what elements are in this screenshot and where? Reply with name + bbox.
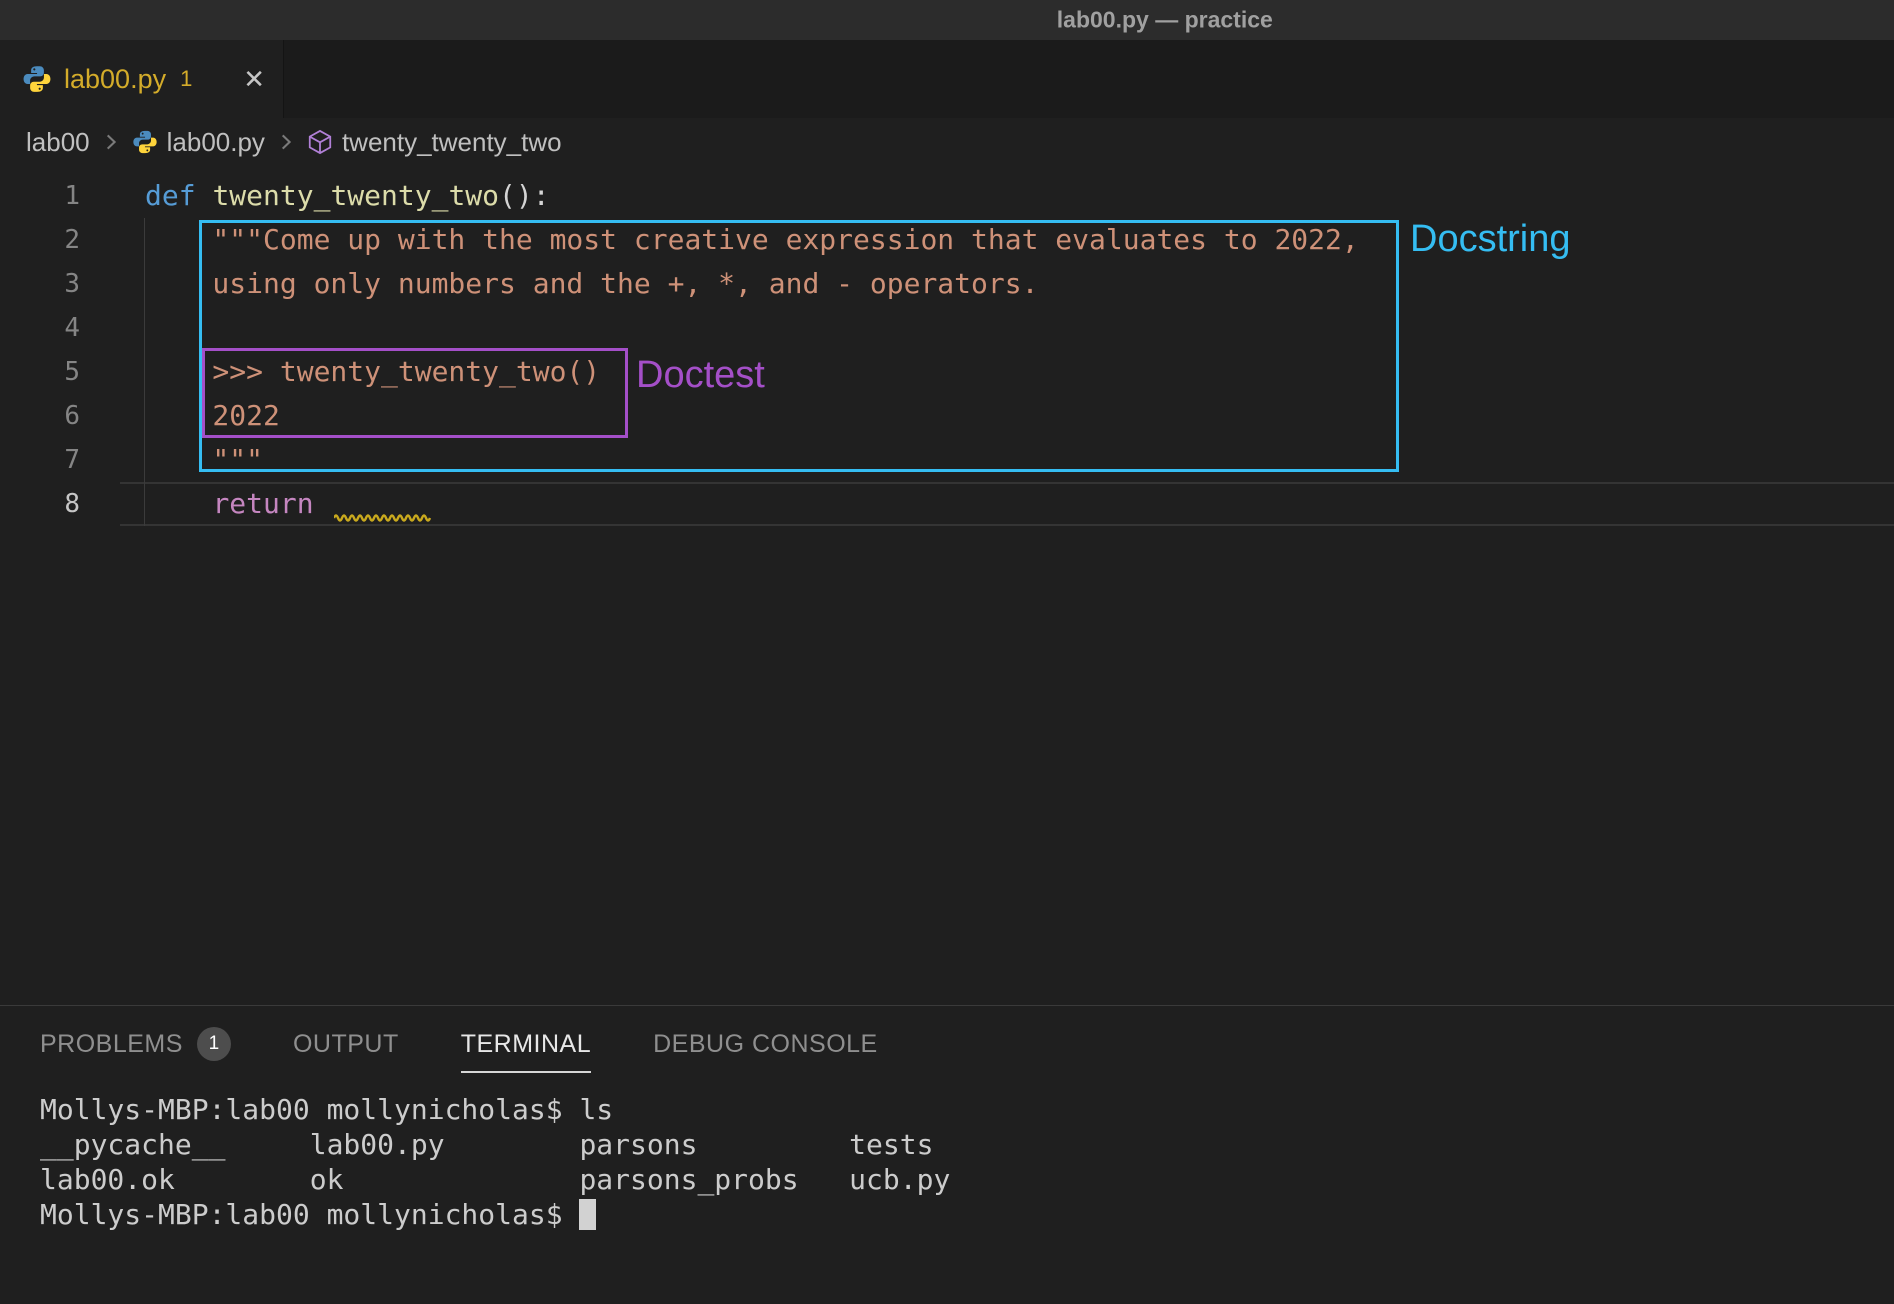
titlebar: lab00.py — practice (0, 0, 1894, 40)
code-text: def twenty_twenty_two(): (120, 174, 1894, 218)
breadcrumb: lab00 lab00.py twenty_twenty_two (0, 118, 1894, 166)
code-token: twenty_twenty_two (212, 179, 499, 212)
breadcrumb-file[interactable]: lab00.py (167, 127, 265, 158)
code-text (120, 306, 1894, 350)
window-title: lab00.py — practice (1057, 7, 1273, 34)
chevron-right-icon (99, 130, 123, 154)
line-number: 2 (0, 218, 80, 262)
line-number: 6 (0, 394, 80, 438)
problems-count-badge: 1 (197, 1027, 231, 1061)
tab-debug-console[interactable]: DEBUG CONSOLE (653, 1006, 878, 1082)
code-line[interactable]: 3 using only numbers and the +, *, and -… (0, 262, 1894, 306)
code-text: using only numbers and the +, *, and - o… (120, 262, 1894, 306)
code-line[interactable]: 1 def twenty_twenty_two(): (0, 174, 1894, 218)
chevron-right-icon (274, 130, 298, 154)
panel-tab-bar: PROBLEMS 1 OUTPUT TERMINAL DEBUG CONSOLE (0, 1006, 1894, 1082)
code-token: (): (499, 179, 550, 212)
code-token: def (145, 179, 212, 212)
editor-lines: 1def twenty_twenty_two():2 """Come up wi… (0, 174, 1894, 526)
code-token: """ (145, 443, 263, 476)
code-editor[interactable]: 1def twenty_twenty_two():2 """Come up wi… (0, 166, 1894, 1005)
code-text: """Come up with the most creative expres… (120, 218, 1894, 262)
code-text: return (120, 482, 1894, 526)
code-line[interactable]: 4 (0, 306, 1894, 350)
code-line[interactable]: 6 2022 (0, 394, 1894, 438)
line-number: 1 (0, 174, 80, 218)
line-number: 8 (0, 482, 80, 526)
tab-debug-console-label: DEBUG CONSOLE (653, 1030, 878, 1059)
code-text: 2022 (120, 394, 1894, 438)
code-line[interactable]: 5 >>> twenty_twenty_two() (0, 350, 1894, 394)
code-line[interactable]: 7 """ (0, 438, 1894, 482)
breadcrumb-symbol[interactable]: twenty_twenty_two (342, 127, 562, 158)
terminal-line: lab00.ok ok parsons_probs ucb.py (40, 1162, 1894, 1197)
tab-problem-count: 1 (180, 66, 192, 92)
tab-output[interactable]: OUTPUT (293, 1006, 399, 1082)
line-number: 5 (0, 350, 80, 394)
terminal-line: Mollys-MBP:lab00 mollynicholas$ ls (40, 1092, 1894, 1127)
code-text: >>> twenty_twenty_two() (120, 350, 1894, 394)
symbol-cube-icon (307, 129, 333, 155)
code-token: """Come up with the most creative expres… (145, 223, 1359, 256)
terminal-line: __pycache__ lab00.py parsons tests (40, 1127, 1894, 1162)
code-token: >>> twenty_twenty_two() (145, 355, 600, 388)
line-number: 7 (0, 438, 80, 482)
code-token (145, 487, 212, 520)
tab-output-label: OUTPUT (293, 1030, 399, 1059)
code-token: return (212, 487, 313, 520)
code-line[interactable]: 8 return (0, 482, 1894, 526)
terminal-line: Mollys-MBP:lab00 mollynicholas$ (40, 1197, 1894, 1232)
close-tab-icon[interactable]: ✕ (243, 66, 265, 92)
line-number: 3 (0, 262, 80, 306)
warning-squiggle-icon (334, 511, 434, 525)
tab-label: lab00.py (64, 64, 166, 95)
editor-tab-bar: lab00.py 1 ✕ (0, 40, 1894, 118)
breadcrumb-folder[interactable]: lab00 (26, 127, 90, 158)
tab-terminal-label: TERMINAL (461, 1030, 591, 1059)
code-text: """ (120, 438, 1894, 482)
code-token (314, 487, 331, 520)
code-token: using only numbers and the +, *, and - o… (145, 267, 1038, 300)
terminal[interactable]: Mollys-MBP:lab00 mollynicholas$ ls__pyca… (0, 1082, 1894, 1232)
vscode-window: lab00.py — practice lab00.py 1 ✕ lab00 (0, 0, 1894, 1304)
tab-problems[interactable]: PROBLEMS 1 (40, 1006, 231, 1082)
tab-problems-label: PROBLEMS (40, 1030, 183, 1059)
bottom-panel: PROBLEMS 1 OUTPUT TERMINAL DEBUG CONSOLE… (0, 1005, 1894, 1304)
terminal-cursor (579, 1199, 596, 1230)
tab-lab00py[interactable]: lab00.py 1 ✕ (0, 40, 284, 118)
python-icon (22, 64, 52, 94)
code-line[interactable]: 2 """Come up with the most creative expr… (0, 218, 1894, 262)
line-number: 4 (0, 306, 80, 350)
python-icon (132, 129, 158, 155)
code-token: 2022 (145, 399, 280, 432)
tab-terminal[interactable]: TERMINAL (461, 1006, 591, 1082)
